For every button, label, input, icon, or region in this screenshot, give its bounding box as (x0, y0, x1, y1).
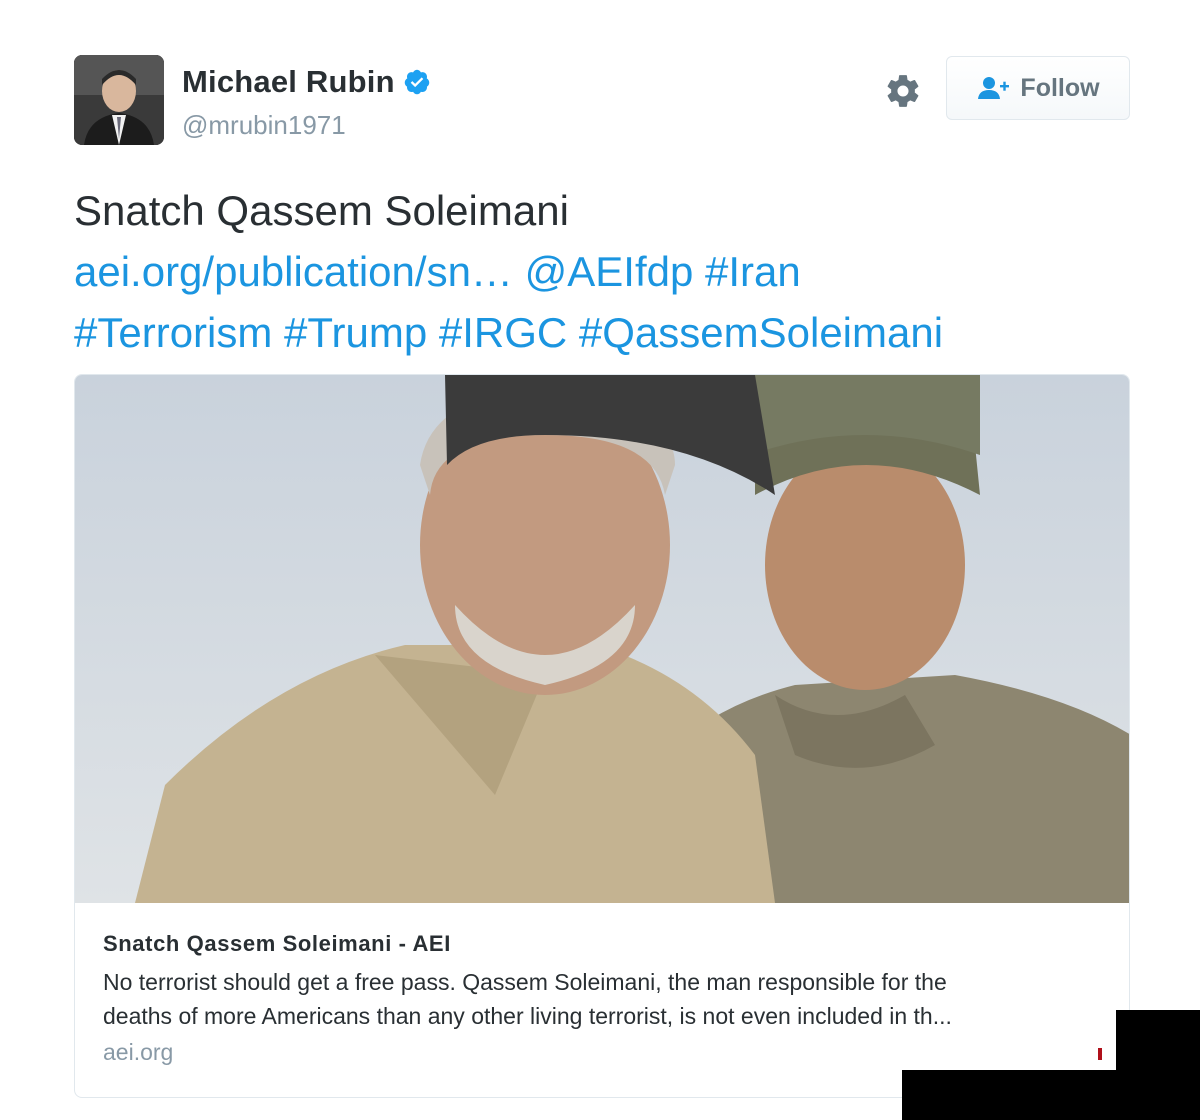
add-user-icon (978, 77, 1010, 99)
hashtag-irgc[interactable]: #IRGC (439, 309, 567, 356)
card-title: Snatch Qassem Soleimani - AEI (103, 931, 451, 956)
card-domain: aei.org (103, 1039, 174, 1065)
tweet-text: Snatch Qassem Soleimani aei.org/publicat… (74, 180, 1154, 363)
gear-icon[interactable] (884, 72, 922, 110)
mention-aeifdp[interactable]: @AEIfdp (525, 248, 694, 295)
hashtag-trump[interactable]: #Trump (284, 309, 427, 356)
hashtag-qassemsoleimani[interactable]: #QassemSoleimani (579, 309, 943, 356)
verified-badge-icon (404, 69, 429, 95)
red-mark (1098, 1048, 1102, 1060)
tweet-embed: Michael Rubin @mrubin1971 Follow Snatch … (0, 0, 1200, 1120)
author-handle[interactable]: @mrubin1971 (182, 110, 346, 141)
card-body: Snatch Qassem Soleimani - AEI No terrori… (103, 931, 1103, 1066)
follow-label: Follow (1020, 73, 1100, 102)
author-name-row: Michael Rubin (182, 64, 431, 100)
hashtag-iran[interactable]: #Iran (705, 248, 801, 295)
hashtag-terrorism[interactable]: #Terrorism (74, 309, 272, 356)
tweet-link[interactable]: aei.org/publication/sn… (74, 248, 513, 295)
card-description-line: deaths of more Americans than any other … (103, 1003, 952, 1029)
link-preview-card[interactable]: Snatch Qassem Soleimani - AEI No terrori… (74, 374, 1130, 1098)
avatar[interactable] (74, 55, 164, 145)
tweet-body: Snatch Qassem Soleimani (74, 187, 569, 234)
card-image (75, 375, 1129, 903)
author-name[interactable]: Michael Rubin (182, 64, 395, 100)
black-overlay-block (902, 1070, 1200, 1120)
card-description-line: No terrorist should get a free pass. Qas… (103, 969, 947, 995)
card-description: No terrorist should get a free pass. Qas… (103, 965, 1103, 1033)
avatar-photo (74, 55, 164, 145)
follow-button[interactable]: Follow (946, 56, 1130, 120)
